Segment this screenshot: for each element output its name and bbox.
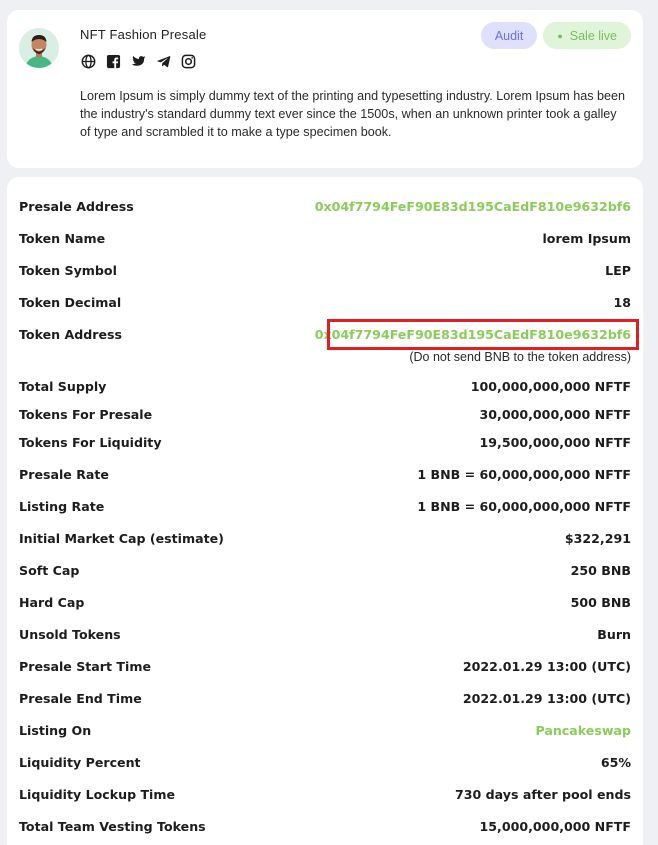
token-address-warning: (Do not send BNB to the token address) (409, 350, 631, 364)
project-description: Lorem Ipsum is simply dummy text of the … (80, 89, 626, 139)
detail-row-tokens-for-presale: Tokens For Presale 30,000,000,000 NFTF (19, 407, 631, 422)
twitter-icon[interactable] (130, 53, 146, 69)
detail-row-initial-market-cap: Initial Market Cap (estimate) $322,291 (19, 531, 631, 546)
detail-row-token-decimal: Token Decimal 18 (19, 295, 631, 310)
detail-row-presale-start-time: Presale Start Time 2022.01.29 13:00 (UTC… (19, 659, 631, 674)
detail-label: Total Supply (19, 379, 107, 394)
sale-live-label: Sale live (569, 28, 617, 43)
detail-row-listing-rate: Listing Rate 1 BNB = 60,000,000,000 NFTF (19, 499, 631, 514)
detail-row-total-supply: Total Supply 100,000,000,000 NFTF (19, 379, 631, 394)
detail-row-unsold-tokens: Unsold Tokens Burn (19, 627, 631, 642)
detail-row-soft-cap: Soft Cap 250 BNB (19, 563, 631, 578)
detail-label: Tokens For Liquidity (19, 435, 162, 450)
detail-row-token-name: Token Name lorem Ipsum (19, 231, 631, 246)
detail-value: 65% (600, 755, 631, 770)
detail-row-liquidity-percent: Liquidity Percent 65% (19, 755, 631, 770)
detail-label: Presale End Time (19, 691, 142, 706)
detail-label: Liquidity Percent (19, 755, 141, 770)
detail-label: Tokens For Presale (19, 407, 153, 422)
detail-label: Listing On (19, 723, 92, 738)
instagram-icon[interactable] (180, 53, 196, 69)
detail-label: Token Name (19, 231, 106, 246)
detail-label: Unsold Tokens (19, 627, 121, 642)
globe-icon[interactable] (80, 53, 96, 69)
detail-value: 1 BNB = 60,000,000,000 NFTF (417, 499, 631, 514)
live-dot-icon: ● (557, 30, 563, 41)
detail-row-presale-address: Presale Address 0x04f7794FeF90E83d195CaE… (19, 199, 631, 214)
detail-value: 730 days after pool ends (454, 787, 631, 802)
detail-row-token-symbol: Token Symbol LEP (19, 263, 631, 278)
detail-value: 2022.01.29 13:00 (UTC) (462, 659, 631, 674)
presale-address-link[interactable]: 0x04f7794FeF90E83d195CaEdF810e9632bf6 (315, 199, 631, 214)
detail-row-presale-rate: Presale Rate 1 BNB = 60,000,000,000 NFTF (19, 467, 631, 482)
detail-label: Token Decimal (19, 295, 122, 310)
detail-value: lorem Ipsum (542, 231, 631, 246)
detail-label: Presale Start Time (19, 659, 151, 674)
audit-badge[interactable]: Audit (480, 22, 538, 49)
telegram-icon[interactable] (155, 53, 171, 69)
detail-row-total-team-vesting-tokens: Total Team Vesting Tokens 15,000,000,000… (19, 819, 631, 834)
detail-value: $322,291 (564, 531, 631, 546)
detail-label: Token Symbol (19, 263, 117, 278)
detail-value: 15,000,000,000 NFTF (479, 819, 631, 834)
presale-header-card: NFT Fashion Presale Audit ● Sale live Lor… (7, 10, 643, 168)
detail-value: 500 BNB (570, 595, 631, 610)
detail-value: 1 BNB = 60,000,000,000 NFTF (417, 467, 631, 482)
avatar (19, 28, 59, 68)
detail-value: 19,500,000,000 NFTF (479, 435, 631, 450)
listing-on-link[interactable]: Pancakeswap (535, 723, 631, 738)
project-title: NFT Fashion Presale (80, 27, 207, 42)
detail-value: 2022.01.29 13:00 (UTC) (462, 691, 631, 706)
detail-value: Burn (597, 627, 631, 642)
facebook-icon[interactable] (105, 53, 121, 69)
presale-details-card: Presale Address 0x04f7794FeF90E83d195CaE… (7, 177, 643, 845)
detail-label: Liquidity Lockup Time (19, 787, 176, 802)
detail-value: 30,000,000,000 NFTF (479, 407, 631, 422)
detail-label: Presale Address (19, 199, 134, 214)
social-links (80, 53, 196, 69)
detail-label: Soft Cap (19, 563, 80, 578)
detail-label: Total Team Vesting Tokens (19, 819, 206, 834)
detail-row-listing-on: Listing On Pancakeswap (19, 723, 631, 738)
detail-value: LEP (605, 263, 631, 278)
status-badges: Audit ● Sale live (480, 22, 631, 49)
sale-live-badge: ● Sale live (543, 22, 631, 49)
detail-row-liquidity-lockup-time: Liquidity Lockup Time 730 days after poo… (19, 787, 631, 802)
detail-label: Listing Rate (19, 499, 105, 514)
detail-value: 18 (613, 295, 631, 310)
detail-label: Initial Market Cap (estimate) (19, 531, 224, 546)
detail-value: 250 BNB (570, 563, 631, 578)
detail-row-presale-end-time: Presale End Time 2022.01.29 13:00 (UTC) (19, 691, 631, 706)
detail-row-tokens-for-liquidity: Tokens For Liquidity 19,500,000,000 NFTF (19, 435, 631, 450)
detail-label: Presale Rate (19, 467, 109, 482)
token-address-highlight (327, 319, 639, 350)
detail-row-hard-cap: Hard Cap 500 BNB (19, 595, 631, 610)
detail-label: Hard Cap (19, 595, 85, 610)
detail-value: 100,000,000,000 NFTF (470, 379, 631, 394)
detail-label: Token Address (19, 327, 123, 342)
